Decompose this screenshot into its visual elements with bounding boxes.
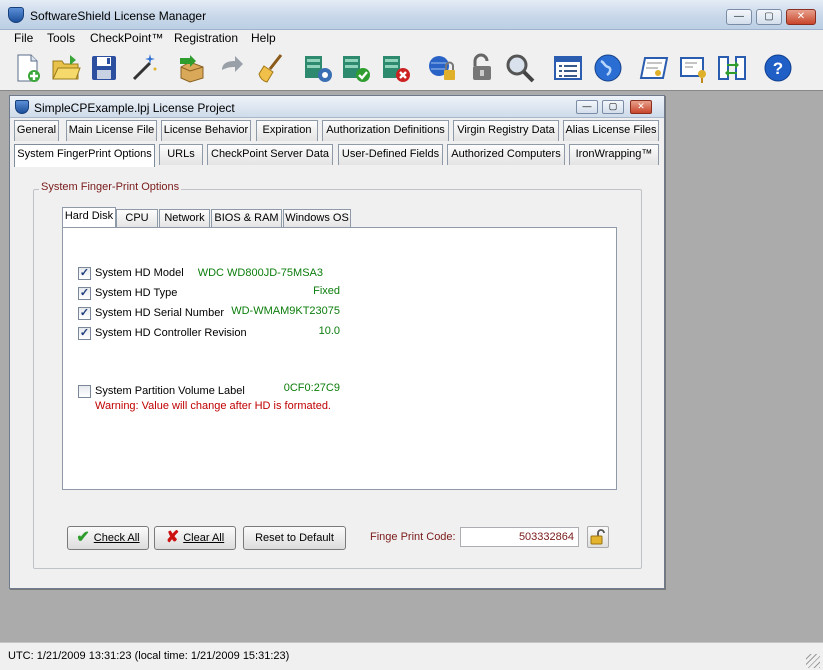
tab-checkpoint-server-data[interactable]: CheckPoint Server Data <box>207 144 333 165</box>
partition-volume-label-checkbox[interactable] <box>78 385 91 398</box>
open-folder-icon[interactable] <box>50 52 82 84</box>
wizard-wand-icon[interactable] <box>128 52 160 84</box>
server-error-icon[interactable] <box>380 52 412 84</box>
resize-grip[interactable] <box>806 654 820 668</box>
lock-fingerprint-button[interactable] <box>587 526 609 548</box>
clear-all-label: Clear All <box>183 532 225 544</box>
checkmark-icon: ✔ <box>76 529 90 547</box>
inner-tab-cpu[interactable]: CPU <box>116 209 158 228</box>
inner-tab-hard-disk[interactable]: Hard Disk <box>62 207 116 228</box>
shield-project-icon <box>15 100 29 114</box>
inner-tab-bios-ram[interactable]: BIOS & RAM <box>211 209 282 228</box>
partition-volume-label-value: 0CF0:27C9 <box>283 382 340 394</box>
svg-text:?: ? <box>773 59 783 78</box>
save-disk-icon[interactable] <box>88 52 120 84</box>
tab-authorized-computers[interactable]: Authorized Computers <box>447 144 565 165</box>
hd-model-value: WDC WD800JD-75MSA3 <box>197 267 323 279</box>
globe-icon[interactable] <box>592 52 624 84</box>
window-title: SoftwareShield License Manager <box>30 9 207 23</box>
certificate-icon[interactable] <box>638 52 670 84</box>
padlock-open-icon[interactable] <box>466 52 498 84</box>
hd-type-label: System HD Type <box>95 287 178 299</box>
transfer-arrows-icon[interactable] <box>716 52 748 84</box>
menu-file[interactable]: File <box>14 31 33 45</box>
menu-bar: File Tools CheckPoint™ Registration Help <box>0 30 823 48</box>
search-magnifier-icon[interactable] <box>504 52 536 84</box>
license-project-window: SimpleCPExample.lpj License Project — ▢ … <box>9 95 665 589</box>
menu-tools[interactable]: Tools <box>47 31 75 45</box>
status-bar: UTC: 1/21/2009 13:31:23 (local time: 1/2… <box>0 642 823 670</box>
fingerprint-code-label: Finge Print Code: <box>370 531 456 543</box>
tab-expiration[interactable]: Expiration <box>256 120 318 141</box>
check-all-label: Check All <box>93 532 140 544</box>
list-window-icon[interactable] <box>552 52 584 84</box>
key-globe-icon[interactable] <box>426 52 458 84</box>
hd-type-checkbox[interactable]: ✓ <box>78 287 91 300</box>
tab-urls[interactable]: URLs <box>159 144 203 165</box>
partition-warning-text: Warning: Value will change after HD is f… <box>95 400 331 412</box>
minimize-button[interactable]: — <box>726 9 752 25</box>
project-maximize-button[interactable]: ▢ <box>602 100 624 114</box>
inner-tab-network[interactable]: Network <box>159 209 210 228</box>
project-minimize-button[interactable]: — <box>576 100 598 114</box>
status-time-text: UTC: 1/21/2009 13:31:23 (local time: 1/2… <box>8 650 290 662</box>
project-title-bar: SimpleCPExample.lpj License Project — ▢ … <box>10 96 664 118</box>
toolbar: ? <box>0 48 823 90</box>
new-file-icon[interactable] <box>12 52 44 84</box>
clean-broom-icon[interactable] <box>256 52 288 84</box>
clear-all-button[interactable]: ✘ Clear All <box>154 526 236 550</box>
padlock-icon <box>590 529 605 545</box>
tab-main-license-file[interactable]: Main License File <box>66 120 157 141</box>
title-bar: SoftwareShield License Manager — ▢ ✕ <box>0 0 823 30</box>
tab-system-fingerprint-options[interactable]: System FingerPrint Options <box>14 144 155 167</box>
tab-user-defined-fields[interactable]: User-Defined Fields <box>338 144 443 165</box>
close-button[interactable]: ✕ <box>786 9 816 25</box>
tab-virgin-registry-data[interactable]: Virgin Registry Data <box>453 120 559 141</box>
hd-type-value: Fixed <box>313 285 340 297</box>
shield-app-icon <box>8 7 24 23</box>
fingerprint-options-group-label: System Finger-Print Options <box>39 181 182 193</box>
menu-registration[interactable]: Registration <box>174 31 238 45</box>
project-title: SimpleCPExample.lpj License Project <box>34 101 235 115</box>
check-all-button[interactable]: ✔ Check All <box>67 526 149 550</box>
menu-checkpoint[interactable]: CheckPoint™ <box>90 31 163 45</box>
project-close-button[interactable]: ✕ <box>630 100 652 114</box>
hd-controller-revision-value: 10.0 <box>318 325 340 337</box>
forward-arrow-icon[interactable] <box>216 52 248 84</box>
key-card-icon[interactable] <box>678 52 710 84</box>
inner-tab-windows-os[interactable]: Windows OS <box>283 209 351 228</box>
hard-disk-panel: ✓ System HD Model WDC WD800JD-75MSA3 ✓ S… <box>62 227 617 490</box>
server-settings-icon[interactable] <box>302 52 334 84</box>
tab-alias-license-files[interactable]: Alias License Files <box>563 120 659 141</box>
menu-help[interactable]: Help <box>251 31 276 45</box>
tab-ironwrapping[interactable]: IronWrapping™ <box>569 144 659 165</box>
hd-serial-number-checkbox[interactable]: ✓ <box>78 307 91 320</box>
server-ok-icon[interactable] <box>340 52 372 84</box>
x-mark-icon: ✘ <box>165 529 180 547</box>
tab-general[interactable]: General <box>14 120 59 141</box>
maximize-button[interactable]: ▢ <box>756 9 782 25</box>
help-icon[interactable]: ? <box>762 52 794 84</box>
tab-license-behavior[interactable]: License Behavior <box>161 120 251 141</box>
hd-serial-number-value: WD-WMAM9KT23075 <box>231 305 340 317</box>
reset-to-default-button[interactable]: Reset to Default <box>243 526 346 550</box>
fingerprint-code-field[interactable]: 503332864 <box>460 527 579 547</box>
hd-controller-revision-checkbox[interactable]: ✓ <box>78 327 91 340</box>
import-box-icon[interactable] <box>176 52 208 84</box>
hd-model-checkbox[interactable]: ✓ <box>78 267 91 280</box>
hd-model-label: System HD Model <box>95 267 184 279</box>
tab-authorization-definitions[interactable]: Authorization Definitions <box>322 120 449 141</box>
